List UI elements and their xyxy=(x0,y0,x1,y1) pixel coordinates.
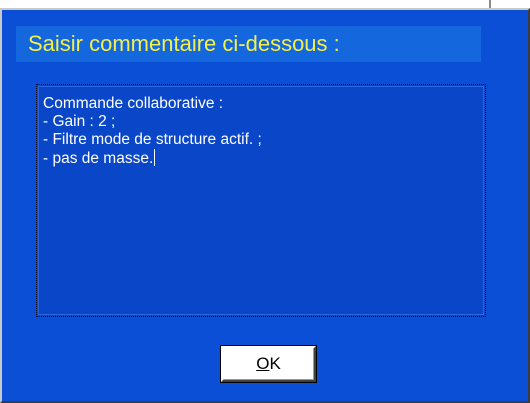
comment-line-4: - pas de masse. xyxy=(43,149,485,168)
comment-line-4-text: - pas de masse. xyxy=(43,150,154,167)
ok-button-mnemonic: O xyxy=(256,354,270,373)
comment-line-3: - Filtre mode de structure actif. ; xyxy=(43,131,262,148)
dialog-title: Saisir commentaire ci-dessous : xyxy=(28,31,340,56)
comment-textarea[interactable]: Commande collaborative : - Gain : 2 ; - … xyxy=(36,84,486,317)
comment-line-1: Commande collaborative : xyxy=(43,95,224,112)
comment-dialog: Saisir commentaire ci-dessous : Commande… xyxy=(0,8,530,403)
ok-button[interactable]: OK xyxy=(221,346,316,382)
ok-button-label-rest: K xyxy=(269,354,281,373)
comment-line-2: - Gain : 2 ; xyxy=(43,113,116,130)
text-caret xyxy=(154,149,156,166)
dialog-header: Saisir commentaire ci-dessous : xyxy=(16,26,481,62)
